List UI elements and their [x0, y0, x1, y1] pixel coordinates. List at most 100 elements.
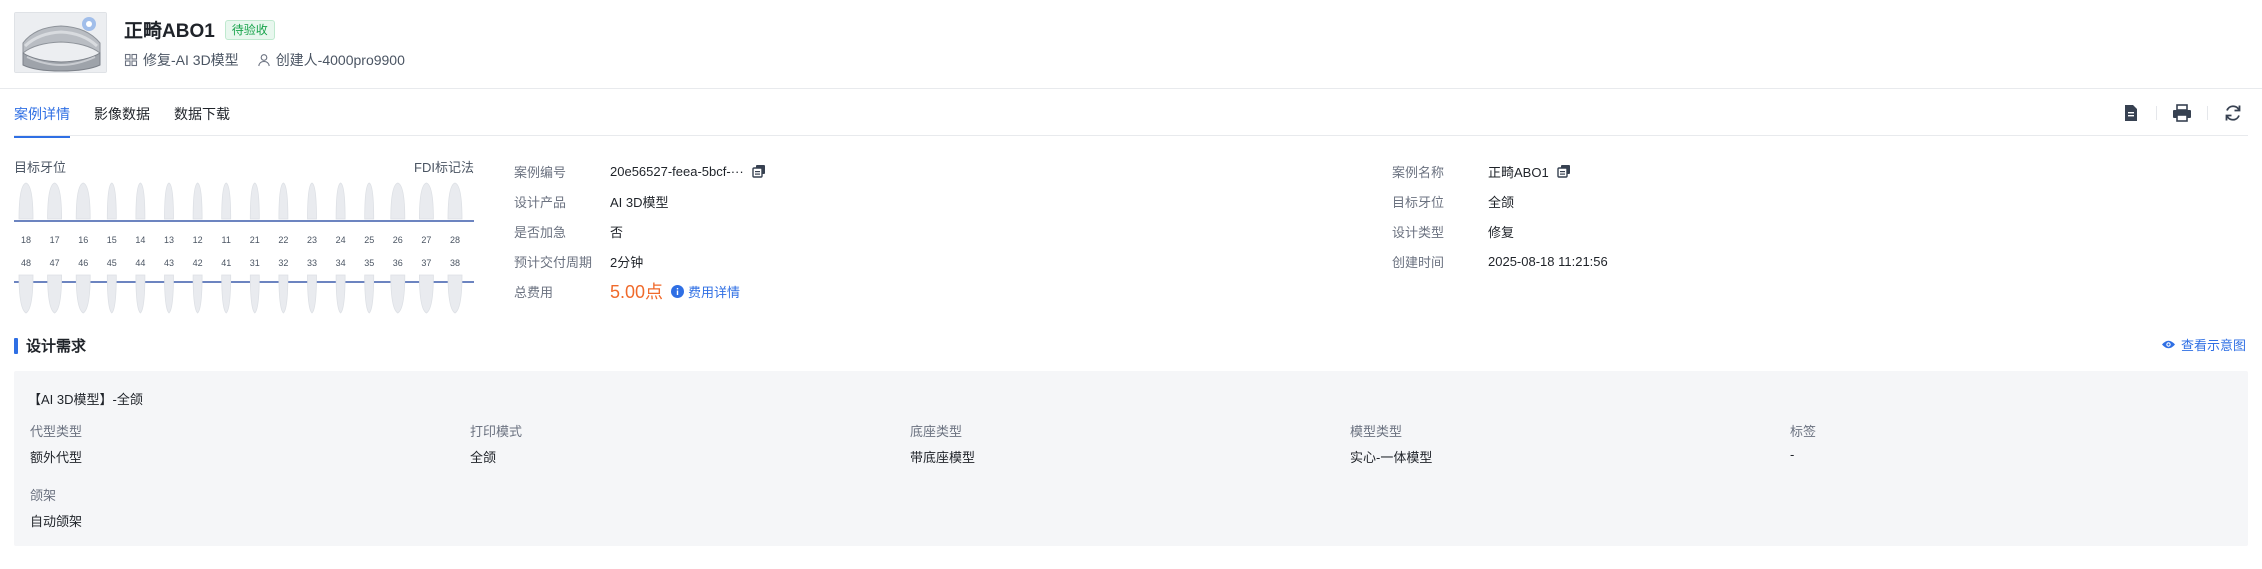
case-type-text: 修复-AI 3D模型: [143, 52, 239, 68]
upper-tooth[interactable]: [18, 182, 34, 220]
created-row: 创建时间 2025-08-18 11:21:56: [1392, 246, 1608, 276]
design-type-value: 修复: [1488, 224, 1515, 240]
toolbar-divider: [2207, 106, 2208, 120]
requirements-panel: 【AI 3D模型】-全颌 代型类型 额外代型 打印模式 全颌 底座类型 带底座模…: [14, 371, 2248, 546]
lower-tooth[interactable]: [75, 274, 91, 314]
lower-tooth[interactable]: [221, 274, 232, 314]
req-item: 代型类型 额外代型: [30, 421, 470, 466]
upper-tooth[interactable]: [390, 182, 406, 220]
case-creator: 创建人-4000pro9900: [257, 50, 405, 70]
tooth-number-label: 41: [221, 258, 231, 268]
print-icon[interactable]: [2171, 102, 2193, 124]
lower-tooth[interactable]: [278, 274, 289, 314]
tooth-number-label: 48: [21, 258, 31, 268]
upper-tooth[interactable]: [418, 182, 434, 220]
lower-tooth[interactable]: [47, 274, 63, 314]
tooth-diagram[interactable]: 18 17 16 15 14 13 12 11 21 22 23 24 25 26 27 28 48 47 46 45…: [14, 181, 474, 316]
lower-tooth[interactable]: [307, 274, 317, 314]
lower-tooth[interactable]: [335, 274, 346, 314]
document-icon[interactable]: [2120, 102, 2142, 124]
fee-row: 总费用 5.00点 费用详情: [514, 276, 766, 306]
lower-tooth[interactable]: [164, 274, 174, 314]
upper-tooth[interactable]: [249, 182, 260, 220]
tooth-number-label: 36: [393, 258, 403, 268]
upper-tooth[interactable]: [135, 182, 146, 220]
lower-tooth[interactable]: [135, 274, 146, 314]
refresh-icon[interactable]: [2222, 102, 2244, 124]
copy-icon[interactable]: [1556, 164, 1571, 178]
tooth-number-label: 47: [50, 258, 60, 268]
req-label: 打印模式: [470, 424, 523, 439]
tooth-number-label: 45: [107, 258, 117, 268]
upper-tooth[interactable]: [106, 182, 117, 220]
tooth-chart-label: 目标牙位: [14, 160, 67, 175]
case-no-label: 案例编号: [514, 164, 567, 180]
user-icon: [257, 54, 270, 67]
tooth-number-label: 44: [135, 258, 145, 268]
tooth-number-label: 11: [222, 235, 231, 245]
model-thumbnail[interactable]: [14, 12, 107, 73]
lower-tooth[interactable]: [18, 274, 34, 314]
case-info-left: 案例编号 20e56527-feea-5bcf-··· 设计产品 AI 3D模型…: [514, 156, 766, 306]
tooth-number-label: 21: [250, 235, 260, 245]
tab-data-download[interactable]: 数据下载: [174, 104, 230, 138]
design-type-label: 设计类型: [1392, 224, 1445, 240]
lower-tooth[interactable]: [390, 274, 406, 314]
product-value: AI 3D模型: [610, 194, 669, 210]
product-row: 设计产品 AI 3D模型: [514, 186, 766, 216]
name-value: 正畸ABO1: [1488, 164, 1549, 180]
req-value: 额外代型: [30, 450, 83, 465]
req-item: 模型类型 实心-一体模型: [1350, 421, 1790, 466]
urgent-label: 是否加急: [514, 224, 567, 240]
tooth-number-label: 27: [421, 235, 431, 245]
tab-case-details[interactable]: 案例详情: [14, 104, 70, 138]
urgent-row: 是否加急 否: [514, 216, 766, 246]
tooth-number-label: 16: [78, 235, 88, 245]
req-item: 颌架 自动颌架: [30, 485, 470, 530]
tooth-number-label: 35: [364, 258, 374, 268]
status-badge: 待验收: [224, 19, 275, 40]
upper-tooth[interactable]: [447, 182, 463, 220]
req-value: 自动颌架: [30, 514, 83, 529]
delivery-value: 2分钟: [610, 254, 644, 270]
upper-tooth[interactable]: [278, 182, 289, 220]
req-label: 颌架: [30, 488, 57, 503]
tooth-row: 目标牙位 全颌: [1392, 186, 1608, 216]
view-diagram-link[interactable]: 查看示意图: [2161, 335, 2246, 354]
lower-tooth[interactable]: [106, 274, 117, 314]
design-type-row: 设计类型 修复: [1392, 216, 1608, 246]
tooth-number-label: 38: [450, 258, 460, 268]
copy-icon[interactable]: [752, 164, 766, 178]
upper-tooth[interactable]: [75, 182, 91, 220]
req-label: 标签: [1790, 424, 1817, 439]
created-value: 2025-08-18 11:21:56: [1488, 253, 1608, 269]
tooth-number-label: 26: [393, 235, 403, 245]
upper-tooth[interactable]: [221, 182, 232, 220]
tab-image-data[interactable]: 影像数据: [94, 104, 150, 138]
lower-tooth[interactable]: [418, 274, 434, 314]
upper-tooth[interactable]: [47, 182, 63, 220]
lower-tooth[interactable]: [249, 274, 260, 314]
name-label: 案例名称: [1392, 164, 1445, 180]
tooth-number-label: 24: [336, 235, 346, 245]
upper-tooth[interactable]: [192, 182, 203, 220]
upper-tooth[interactable]: [164, 182, 174, 220]
tooth-number-label: 22: [278, 235, 288, 245]
fee-details-link[interactable]: 费用详情: [671, 282, 740, 301]
created-label: 创建时间: [1392, 254, 1445, 270]
req-value: -: [1790, 447, 1795, 462]
upper-tooth[interactable]: [335, 182, 346, 220]
tooth-number-label: 25: [364, 235, 374, 245]
fee-value: 5.00点: [610, 282, 664, 302]
case-no-value: 20e56527-feea-5bcf-···: [610, 163, 744, 179]
lower-tooth[interactable]: [364, 274, 375, 314]
lower-tooth[interactable]: [447, 274, 463, 314]
toolbar: [2120, 102, 2244, 124]
upper-tooth[interactable]: [364, 182, 375, 220]
upper-tooth[interactable]: [307, 182, 317, 220]
toolbar-divider: [2156, 106, 2157, 120]
lower-tooth[interactable]: [192, 274, 203, 314]
tooth-number-label: 33: [307, 258, 317, 268]
info-icon: [671, 284, 685, 298]
req-value: 实心-一体模型: [1350, 450, 1433, 465]
